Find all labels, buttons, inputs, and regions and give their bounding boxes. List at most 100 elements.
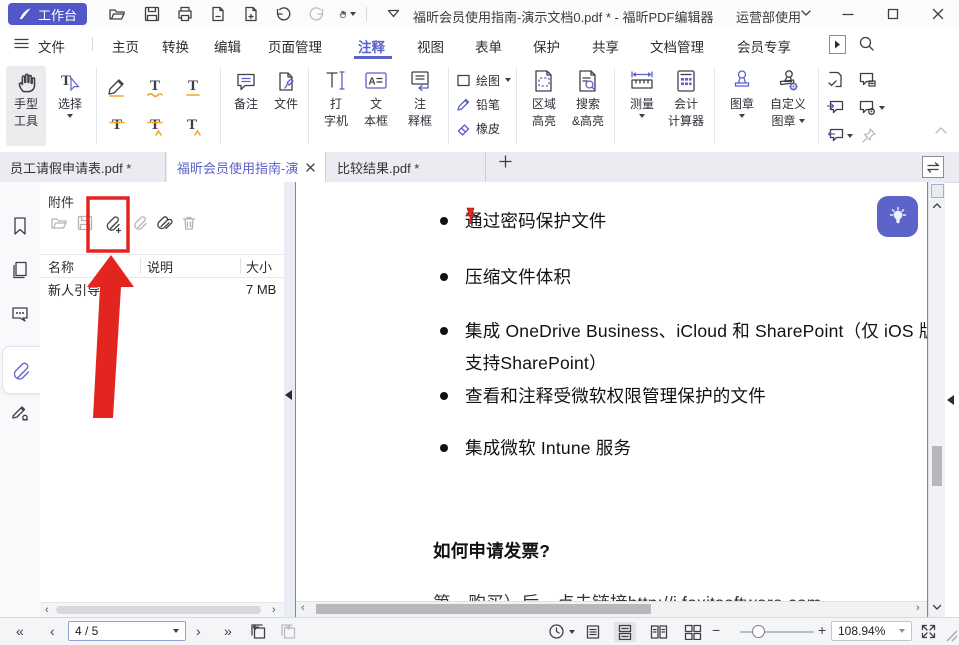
- eraser-button[interactable]: 橡皮: [456, 116, 511, 140]
- zoom-slider-thumb[interactable]: [752, 625, 765, 638]
- stamp-button[interactable]: 图章: [722, 68, 762, 118]
- attachments-list-icon[interactable]: [156, 214, 176, 234]
- ribbon-next-icon[interactable]: [829, 35, 846, 54]
- save-icon[interactable]: [143, 5, 161, 23]
- comment-settings-icon[interactable]: [858, 98, 885, 117]
- close-document-icon[interactable]: [209, 5, 227, 23]
- vscroll-thumb[interactable]: [932, 446, 942, 486]
- typewriter-button[interactable]: 打 字机: [316, 68, 356, 128]
- account-name[interactable]: 运营部使用: [736, 7, 801, 26]
- continuous-view-icon[interactable]: [614, 622, 636, 642]
- scroll-up-icon[interactable]: [932, 202, 942, 209]
- attach-file-button[interactable]: 文件: [266, 70, 306, 111]
- menu-edit[interactable]: 编辑: [214, 36, 241, 56]
- underline-text-icon[interactable]: T: [180, 74, 206, 100]
- column-size[interactable]: 大小: [246, 257, 272, 276]
- import-comments-icon[interactable]: [826, 98, 845, 117]
- select-tool-button[interactable]: T 选择: [50, 70, 90, 118]
- page-number-box[interactable]: 4 / 5: [68, 621, 186, 641]
- menu-doc-manage[interactable]: 文档管理: [650, 36, 704, 56]
- tab-leave-form[interactable]: 员工请假申请表.pdf *: [0, 152, 166, 182]
- minimize-button[interactable]: [838, 4, 858, 24]
- resize-grip[interactable]: [944, 628, 958, 642]
- menu-share[interactable]: 共享: [592, 36, 619, 56]
- collapse-panel-icon[interactable]: [285, 390, 292, 400]
- scroll-down-icon[interactable]: [932, 604, 942, 611]
- previous-view-icon[interactable]: [250, 623, 268, 641]
- measure-button[interactable]: 测量: [622, 68, 662, 118]
- calculator-button[interactable]: 会计 计算器: [662, 68, 710, 128]
- print-icon[interactable]: [176, 5, 194, 23]
- first-page-icon[interactable]: «: [16, 623, 24, 639]
- collapse-ribbon-icon[interactable]: [934, 126, 948, 135]
- new-tab-button[interactable]: [499, 155, 512, 168]
- hamburger-icon[interactable]: [14, 37, 29, 50]
- close-button[interactable]: [928, 4, 948, 24]
- assistant-lightbulb-button[interactable]: [877, 196, 918, 237]
- textbox-button[interactable]: A 文 本框: [356, 68, 396, 128]
- attachments-panel-active-tab[interactable]: [2, 346, 40, 394]
- pages-panel-icon[interactable]: [8, 258, 32, 282]
- squiggly-underline-icon[interactable]: T: [142, 74, 168, 100]
- area-highlight-button[interactable]: 区域 高亮: [524, 68, 564, 128]
- scroll-right-icon[interactable]: ›: [272, 604, 276, 616]
- tab-close-icon[interactable]: [306, 163, 315, 172]
- insert-text-icon[interactable]: T: [180, 110, 206, 136]
- scroll-left-icon[interactable]: ‹: [301, 602, 305, 614]
- pushpin-annotation-icon[interactable]: [463, 206, 478, 226]
- scroll-right-icon[interactable]: ›: [916, 602, 920, 614]
- replace-text-icon[interactable]: T: [142, 110, 168, 136]
- new-document-icon[interactable]: [242, 5, 260, 23]
- bookmarks-panel-icon[interactable]: [8, 214, 32, 238]
- pencil-button[interactable]: 铅笔: [456, 92, 511, 116]
- facing-view-icon[interactable]: [648, 622, 670, 642]
- menu-file[interactable]: 文件: [38, 36, 65, 56]
- menu-comment[interactable]: 注释: [358, 36, 385, 56]
- fullscreen-icon[interactable]: [920, 623, 937, 640]
- menu-view[interactable]: 视图: [417, 36, 444, 56]
- prev-page-icon[interactable]: ‹: [50, 623, 55, 639]
- export-comments-icon[interactable]: [826, 126, 853, 145]
- draw-button[interactable]: 绘图: [456, 68, 511, 92]
- tab-member-guide[interactable]: 福昕会员使用指南-演...: [167, 152, 326, 182]
- maximize-button[interactable]: [883, 4, 903, 24]
- menu-protect[interactable]: 保护: [533, 36, 560, 56]
- facing-continuous-view-icon[interactable]: [682, 622, 704, 642]
- menu-home[interactable]: 主页: [112, 36, 139, 56]
- annotation-check-icon[interactable]: [826, 70, 845, 89]
- menu-member[interactable]: 会员专享: [737, 36, 791, 56]
- collapse-right-panel-icon[interactable]: [947, 395, 954, 405]
- scroll-left-icon[interactable]: ‹: [45, 604, 49, 616]
- hand-tool-button[interactable]: 手型 工具: [6, 66, 46, 146]
- swap-panels-icon[interactable]: [922, 156, 944, 178]
- next-page-icon[interactable]: ›: [196, 623, 201, 639]
- column-name[interactable]: 名称: [48, 257, 74, 276]
- hscroll-thumb[interactable]: [316, 604, 651, 614]
- comment-minus-icon[interactable]: [858, 70, 877, 89]
- zoom-out-icon[interactable]: −: [712, 622, 720, 638]
- strikethrough-text-icon[interactable]: T: [104, 110, 130, 136]
- custom-stamp-button[interactable]: 自定义 图章: [762, 68, 814, 128]
- callout-button[interactable]: 注 释框: [398, 68, 442, 128]
- column-desc[interactable]: 说明: [147, 257, 173, 276]
- single-page-view-icon[interactable]: [582, 622, 604, 642]
- signature-panel-icon[interactable]: [8, 400, 32, 424]
- rotate-view-icon[interactable]: [548, 623, 575, 640]
- hand-mode-icon[interactable]: [338, 5, 356, 23]
- add-attachment-icon[interactable]: [104, 214, 124, 234]
- tab-compare-result[interactable]: 比较结果.pdf *: [327, 152, 486, 182]
- panel-splitter[interactable]: [284, 182, 295, 617]
- undo-icon[interactable]: [274, 5, 292, 23]
- account-chevron-icon[interactable]: [800, 9, 818, 27]
- attachment-row[interactable]: 新人引导0.... 7 MB: [40, 278, 284, 300]
- vertical-scrollbar[interactable]: [928, 182, 945, 617]
- menu-form[interactable]: 表单: [475, 36, 502, 56]
- panel-hscroll-thumb[interactable]: [56, 606, 261, 614]
- panel-hscrollbar[interactable]: ‹ ›: [40, 602, 284, 618]
- last-page-icon[interactable]: »: [224, 623, 232, 639]
- menu-convert[interactable]: 转换: [162, 36, 189, 56]
- redo-icon[interactable]: [308, 5, 326, 23]
- note-button[interactable]: 备注: [226, 70, 266, 111]
- comments-panel-icon[interactable]: [8, 302, 32, 326]
- workspace-button[interactable]: 工作台: [8, 3, 87, 25]
